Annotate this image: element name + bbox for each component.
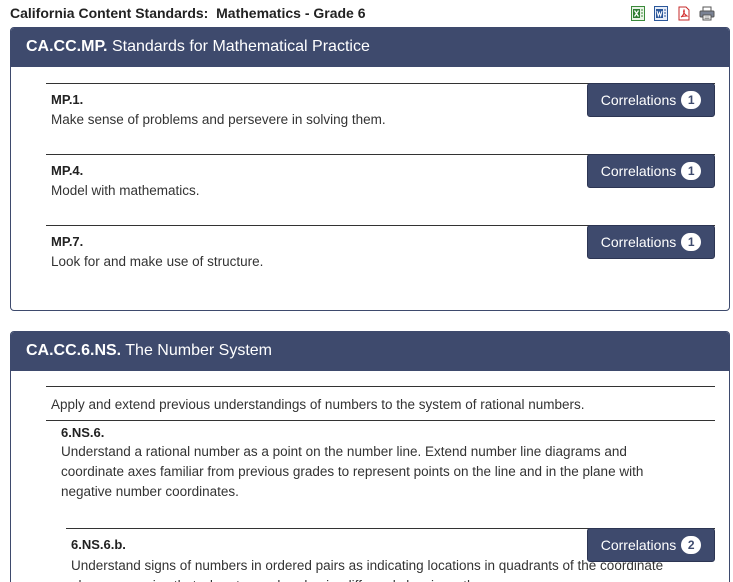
standard-text: Model with mathematics. bbox=[51, 183, 200, 198]
panel-code: CA.CC.6.NS. bbox=[26, 342, 122, 359]
substandard-row: 6.NS.6.b. Understand signs of numbers in… bbox=[66, 528, 715, 582]
correlations-count-badge: 2 bbox=[681, 536, 702, 554]
cluster-row: Apply and extend previous understandings… bbox=[46, 386, 715, 421]
standards-panel-mp: CA.CC.MP. Standards for Mathematical Pra… bbox=[10, 27, 730, 311]
panel-header: CA.CC.MP. Standards for Mathematical Pra… bbox=[11, 28, 729, 67]
standards-panel-ns: CA.CC.6.NS. The Number System Apply and … bbox=[10, 331, 730, 582]
correlations-label: Correlations bbox=[600, 234, 677, 250]
excel-icon[interactable] bbox=[630, 5, 646, 21]
standard-code: MP.1. bbox=[51, 92, 84, 107]
correlations-button[interactable]: Correlations 1 bbox=[587, 154, 715, 188]
cluster-text: Apply and extend previous understandings… bbox=[51, 397, 585, 412]
standard-row: MP.1. Make sense of problems and perseve… bbox=[46, 83, 715, 127]
word-icon[interactable] bbox=[653, 5, 669, 21]
substandard-code: 6.NS.6.b. bbox=[71, 537, 126, 552]
export-toolbar bbox=[630, 5, 715, 21]
correlations-count-badge: 1 bbox=[681, 162, 702, 180]
standard-code: MP.4. bbox=[51, 163, 84, 178]
standard-text: Look for and make use of structure. bbox=[51, 254, 264, 269]
standard-row: MP.7. Look for and make use of structure… bbox=[46, 225, 715, 269]
standard-code: MP.7. bbox=[51, 234, 84, 249]
correlations-button[interactable]: Correlations 2 bbox=[587, 528, 715, 562]
correlations-button[interactable]: Correlations 1 bbox=[587, 83, 715, 117]
correlations-label: Correlations bbox=[600, 92, 677, 108]
panel-code: CA.CC.MP. bbox=[26, 38, 108, 55]
panel-title: Standards for Mathematical Practice bbox=[111, 38, 370, 55]
standard-text: Make sense of problems and persevere in … bbox=[51, 112, 386, 127]
correlations-button[interactable]: Correlations 1 bbox=[587, 225, 715, 259]
standard-block: 6.NS.6. Understand a rational number as … bbox=[61, 417, 715, 502]
correlations-count-badge: 1 bbox=[681, 91, 702, 109]
pdf-icon[interactable] bbox=[676, 5, 692, 21]
correlations-count-badge: 1 bbox=[681, 233, 702, 251]
panel-header: CA.CC.6.NS. The Number System bbox=[11, 332, 729, 371]
page-title: California Content Standards: Mathematic… bbox=[10, 5, 366, 21]
standard-code: 6.NS.6. bbox=[61, 425, 105, 440]
standard-text: Understand a rational number as a point … bbox=[61, 444, 644, 499]
standard-row: MP.4. Model with mathematics. Correlatio… bbox=[46, 154, 715, 198]
print-icon[interactable] bbox=[699, 5, 715, 21]
correlations-label: Correlations bbox=[600, 163, 677, 179]
panel-title: The Number System bbox=[125, 342, 272, 359]
correlations-label: Correlations bbox=[600, 537, 677, 553]
